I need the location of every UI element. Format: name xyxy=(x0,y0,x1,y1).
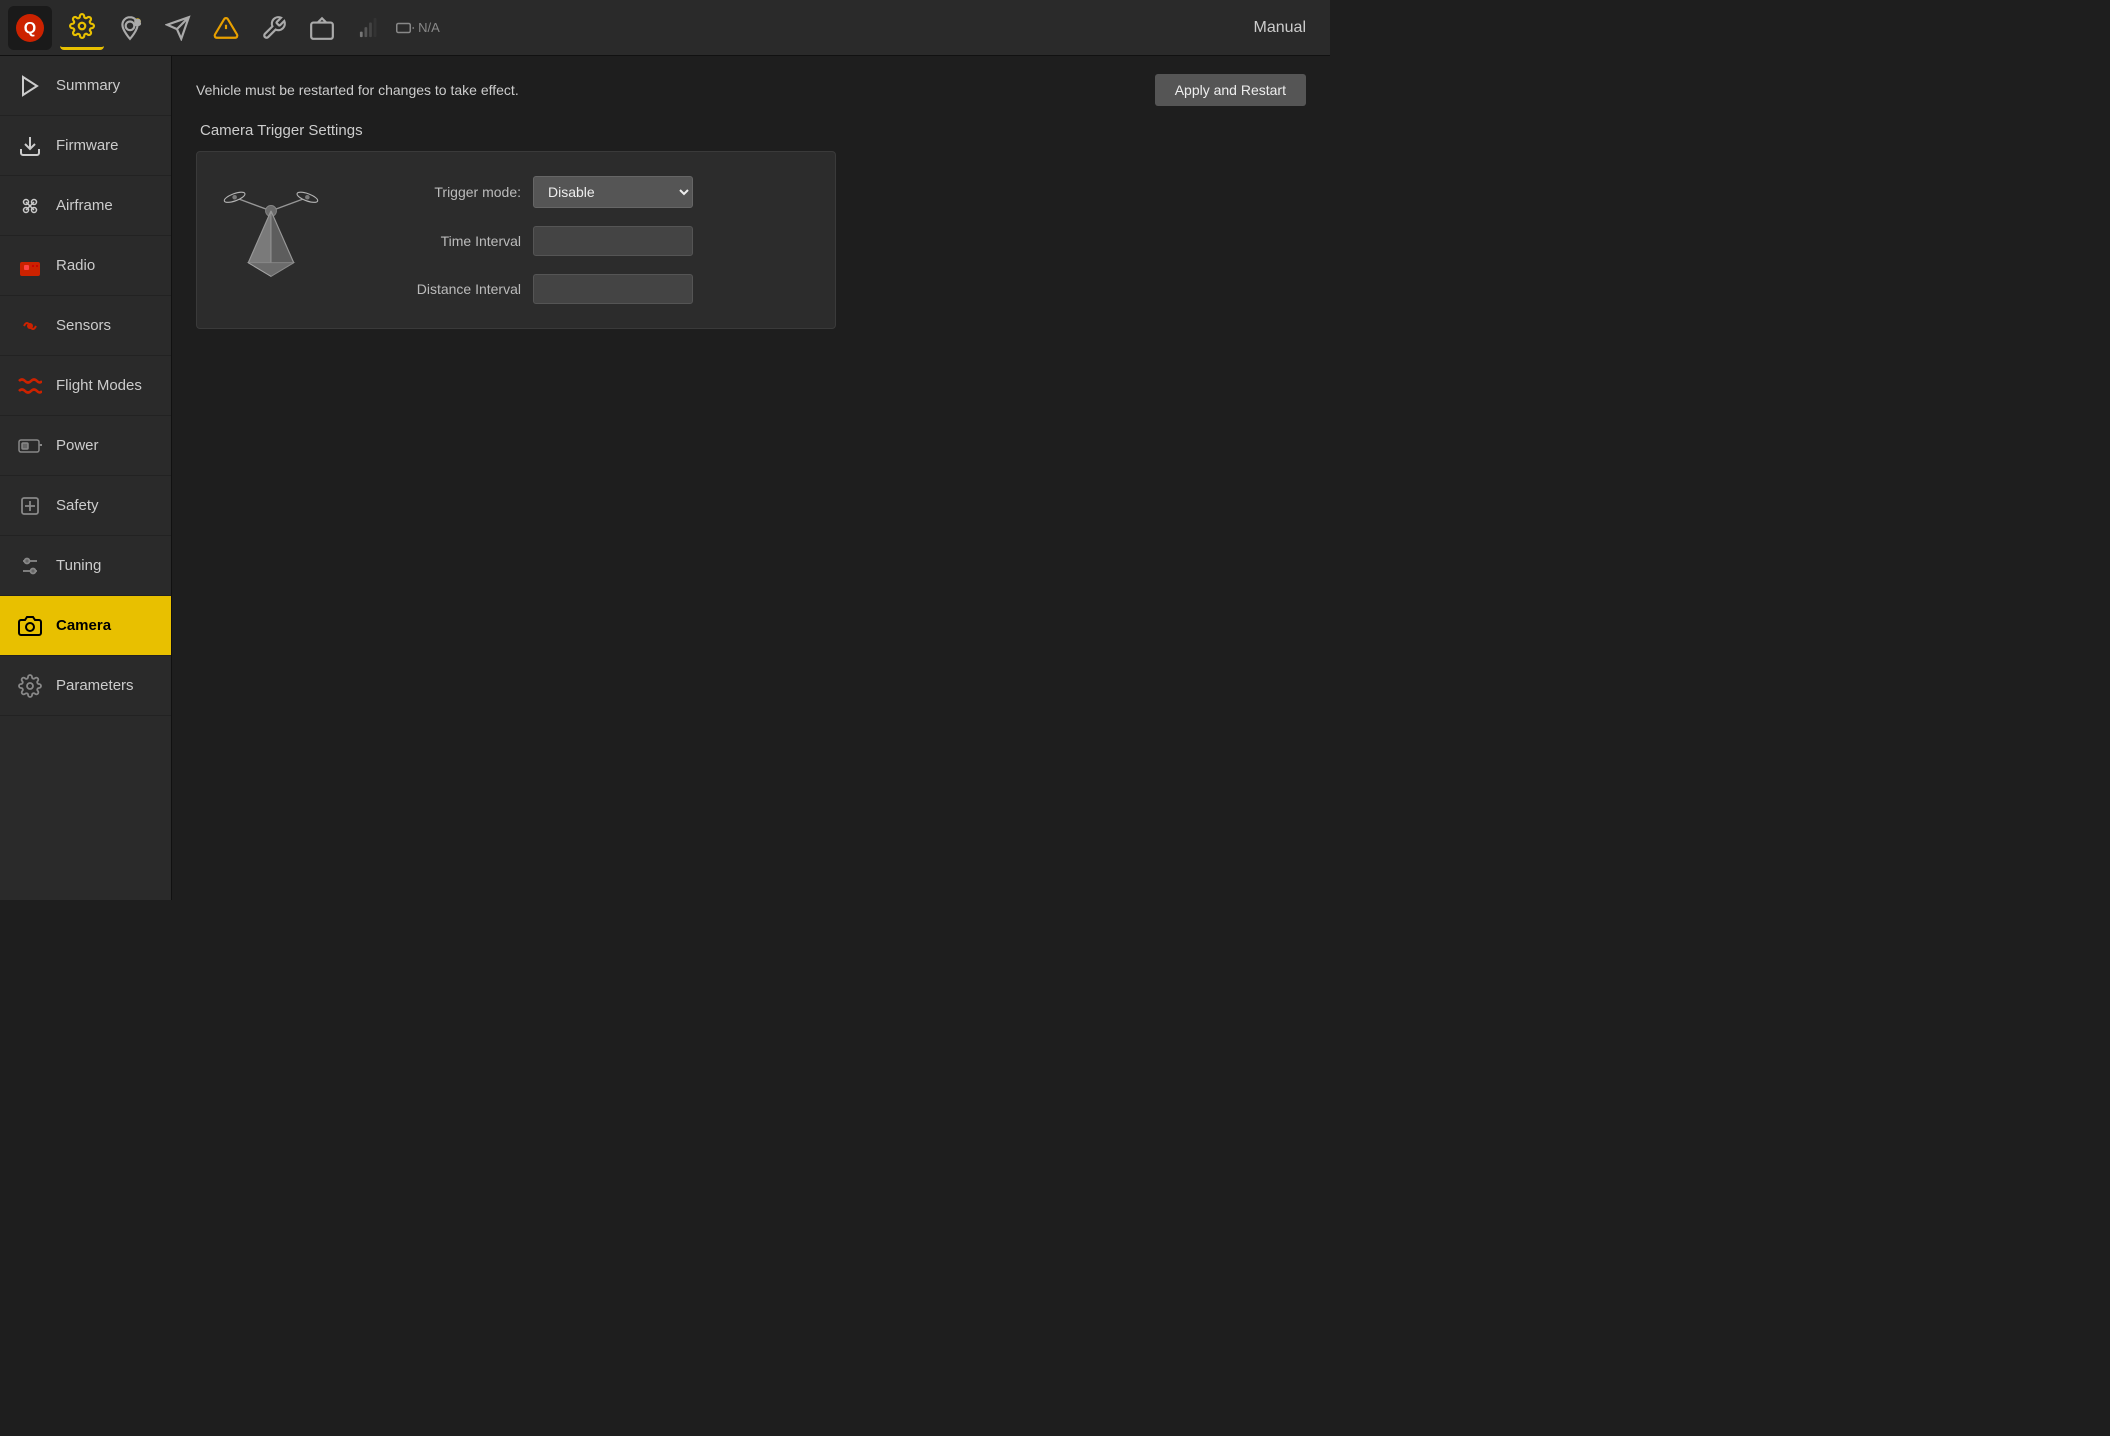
tuning-icon xyxy=(16,552,44,580)
app-logo[interactable]: Q xyxy=(8,6,52,50)
section-title: Camera Trigger Settings xyxy=(196,122,1306,139)
sidebar-item-power[interactable]: Power xyxy=(0,416,171,476)
sidebar-item-airframe[interactable]: Airframe xyxy=(0,176,171,236)
distance-interval-row: Distance Interval xyxy=(361,274,811,304)
restart-banner: Vehicle must be restarted for changes to… xyxy=(196,74,1306,106)
camera-trigger-card: Trigger mode: Disable Time based Distanc… xyxy=(196,151,836,329)
radio-icon xyxy=(16,252,44,280)
summary-icon xyxy=(16,72,44,100)
restart-notice-text: Vehicle must be restarted for changes to… xyxy=(196,82,519,98)
trigger-mode-row: Trigger mode: Disable Time based Distanc… xyxy=(361,176,811,208)
plan-nav-icon[interactable] xyxy=(156,6,200,50)
warning-nav-icon[interactable] xyxy=(204,6,248,50)
tools-nav-icon[interactable] xyxy=(252,6,296,50)
sidebar: Summary Firmware xyxy=(0,56,172,900)
signal-icon xyxy=(348,6,392,50)
power-icon xyxy=(16,432,44,460)
svg-text:B: B xyxy=(135,17,141,26)
trigger-mode-label: Trigger mode: xyxy=(361,184,521,200)
airframe-icon xyxy=(16,192,44,220)
sidebar-item-sensors[interactable]: Sensors xyxy=(0,296,171,356)
time-interval-label: Time Interval xyxy=(361,233,521,249)
distance-interval-label: Distance Interval xyxy=(361,281,521,297)
sidebar-item-tuning[interactable]: Tuning xyxy=(0,536,171,596)
time-interval-input[interactable] xyxy=(533,226,693,256)
sidebar-item-firmware[interactable]: Firmware xyxy=(0,116,171,176)
sensors-icon xyxy=(16,312,44,340)
waypoint-nav-icon[interactable]: B xyxy=(108,6,152,50)
app-layout: Summary Firmware xyxy=(0,56,1330,900)
parameters-icon xyxy=(16,672,44,700)
apply-restart-button[interactable]: Apply and Restart xyxy=(1155,74,1306,106)
time-interval-row: Time Interval xyxy=(361,226,811,256)
camera-nav-icon[interactable] xyxy=(300,6,344,50)
sidebar-item-parameters[interactable]: Parameters xyxy=(0,656,171,716)
trigger-fields: Trigger mode: Disable Time based Distanc… xyxy=(361,176,811,304)
flight-mode: Manual xyxy=(1254,19,1306,37)
drone-illustration xyxy=(221,180,321,300)
flight-modes-icon xyxy=(16,372,44,400)
sidebar-item-radio[interactable]: Radio xyxy=(0,236,171,296)
sidebar-item-flight-modes[interactable]: Flight Modes xyxy=(0,356,171,416)
trigger-mode-select[interactable]: Disable Time based Distance based Missio… xyxy=(533,176,693,208)
safety-icon xyxy=(16,492,44,520)
sidebar-item-safety[interactable]: Safety xyxy=(0,476,171,536)
distance-interval-input[interactable] xyxy=(533,274,693,304)
settings-nav-icon[interactable] xyxy=(60,6,104,50)
firmware-icon xyxy=(16,132,44,160)
camera-sidebar-icon xyxy=(16,612,44,640)
topbar: Q B xyxy=(0,0,1330,56)
sidebar-item-summary[interactable]: Summary xyxy=(0,56,171,116)
sidebar-item-camera[interactable]: Camera xyxy=(0,596,171,656)
battery-icon: N/A xyxy=(396,6,440,50)
main-content: Vehicle must be restarted for changes to… xyxy=(172,56,1330,900)
svg-text:Q: Q xyxy=(24,20,36,37)
